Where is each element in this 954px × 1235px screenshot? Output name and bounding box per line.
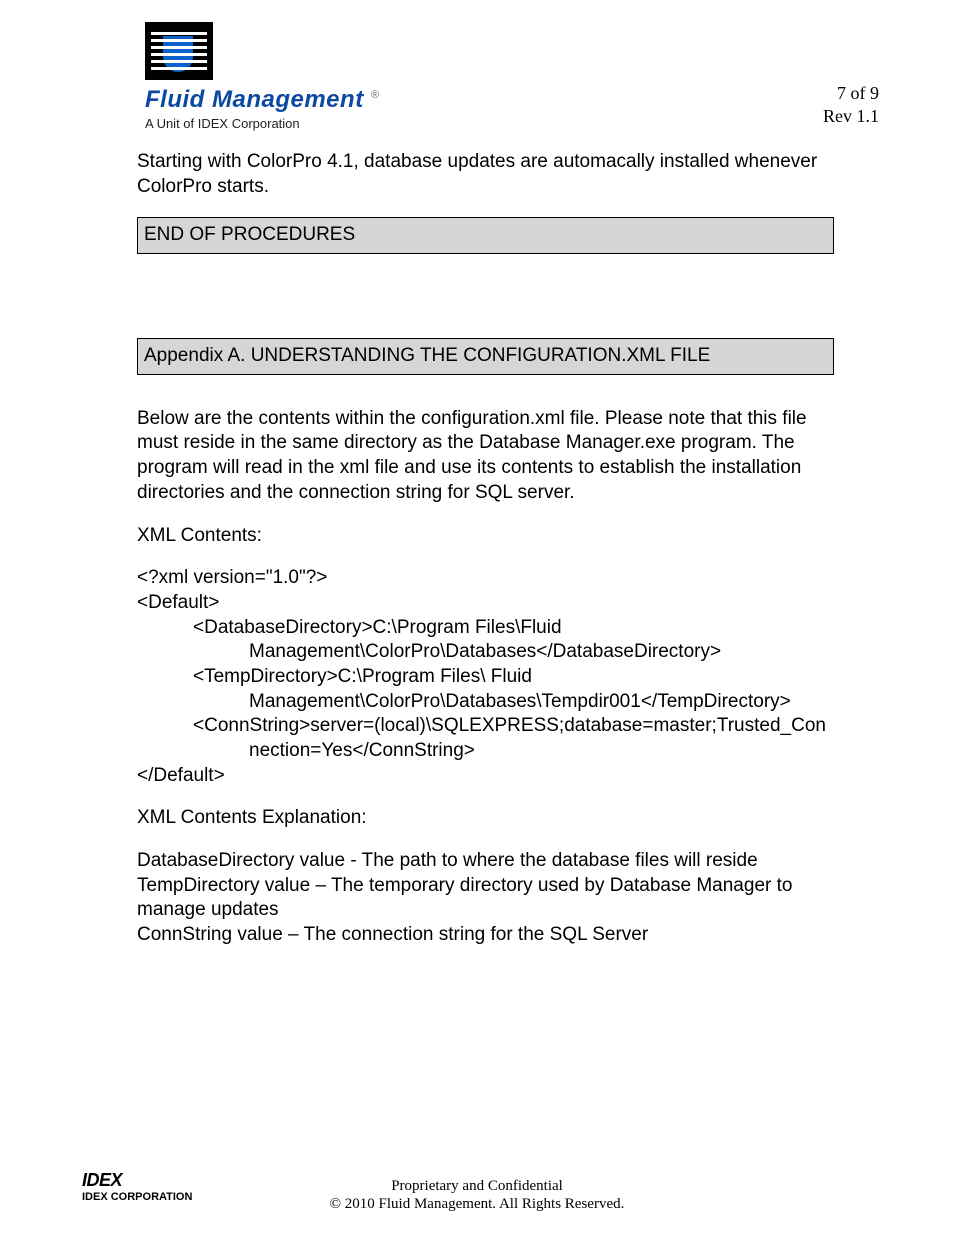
idex-wordmark: IDEX bbox=[82, 1170, 122, 1190]
xml-listing: <?xml version="1.0"?> <Default> <Databas… bbox=[137, 566, 834, 788]
xml-line: <DatabaseDirectory>C:\Program Files\Flui… bbox=[137, 616, 834, 641]
xml-line: <?xml version="1.0"?> bbox=[137, 566, 834, 591]
intro-paragraph: Starting with ColorPro 4.1, database upd… bbox=[137, 150, 834, 199]
xml-explain-label: XML Contents Explanation: bbox=[137, 806, 834, 831]
explain-lines: DatabaseDirectory value - The path to wh… bbox=[137, 849, 834, 948]
footer-logo-block: IDEX IDEX CORPORATION bbox=[82, 1170, 192, 1203]
section-appendix-a: Appendix A. UNDERSTANDING THE CONFIGURAT… bbox=[137, 338, 834, 375]
page-count: 7 of 9 bbox=[823, 82, 879, 105]
xml-line: Management\ColorPro\Databases\Tempdir001… bbox=[137, 690, 834, 715]
brand-registered: ® bbox=[371, 89, 380, 101]
idex-logo-icon: IDEX IDEX CORPORATION bbox=[82, 1170, 192, 1203]
xml-line: Management\ColorPro\Databases</DatabaseD… bbox=[137, 640, 834, 665]
xml-line: <TempDirectory>C:\Program Files\ Fluid bbox=[137, 665, 834, 690]
xml-line: nection=Yes</ConnString> bbox=[137, 739, 834, 764]
page-meta: 7 of 9 Rev 1.1 bbox=[823, 82, 879, 127]
xml-line: </Default> bbox=[137, 764, 834, 789]
explain-dbdir: DatabaseDirectory value - The path to wh… bbox=[137, 849, 834, 874]
brand-block: Fluid Management ® A Unit of IDEX Corpor… bbox=[145, 22, 379, 131]
fm-logo-icon bbox=[145, 22, 213, 80]
idex-corporation: IDEX CORPORATION bbox=[82, 1191, 192, 1203]
section-end-of-procedures: END OF PROCEDURES bbox=[137, 217, 834, 254]
document-body: Starting with ColorPro 4.1, database upd… bbox=[137, 150, 834, 948]
xml-contents-label: XML Contents: bbox=[137, 524, 834, 549]
appendix-intro: Below are the contents within the config… bbox=[137, 407, 834, 506]
page-revision: Rev 1.1 bbox=[823, 105, 879, 128]
brand-name: Fluid Management ® bbox=[145, 86, 379, 114]
explain-tempdir: TempDirectory value – The temporary dire… bbox=[137, 874, 834, 923]
page-footer: IDEX IDEX CORPORATION Proprietary and Co… bbox=[0, 1177, 954, 1213]
xml-line: <ConnString>server=(local)\SQLEXPRESS;da… bbox=[137, 714, 834, 739]
xml-line: <Default> bbox=[137, 591, 834, 616]
explain-connstring: ConnString value – The connection string… bbox=[137, 923, 834, 948]
brand-text: Fluid Management bbox=[145, 86, 364, 113]
brand-subline: A Unit of IDEX Corporation bbox=[145, 116, 379, 131]
